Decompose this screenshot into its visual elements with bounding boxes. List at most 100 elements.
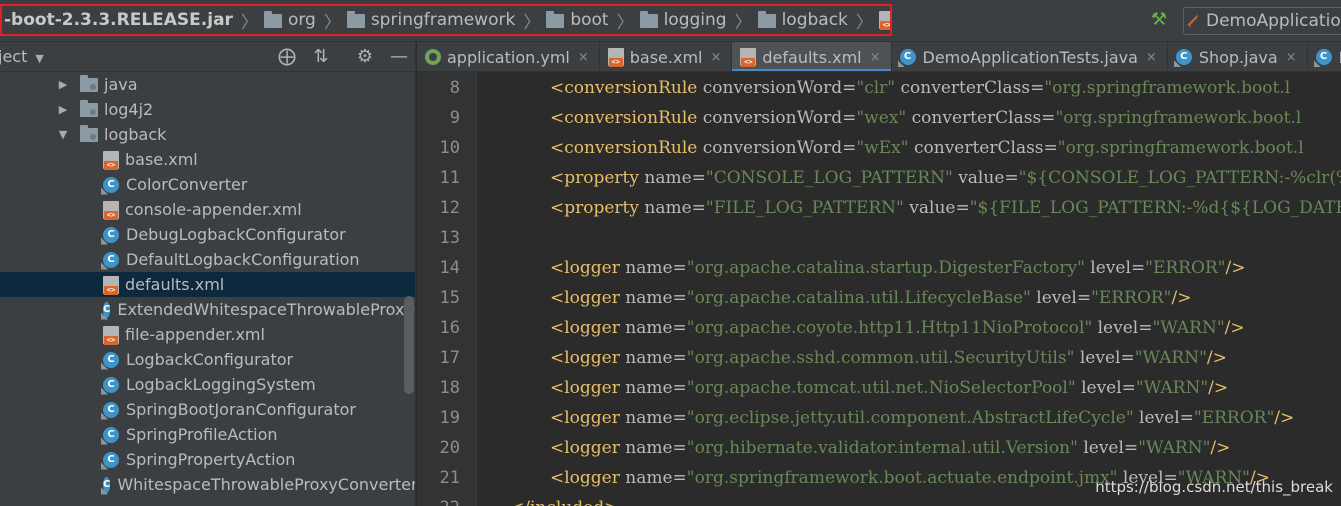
breadcrumb-item[interactable]: org [263,10,316,30]
xml-tag-token: /> [1210,438,1231,458]
line-number: 21 [439,468,460,488]
tree-item[interactable]: C SpringBootJoranConfigurator [0,397,415,422]
project-tree-scrollbar[interactable] [404,296,414,394]
breadcrumb-item[interactable]: defaults.xml [878,10,890,30]
xml-tag-token: <logger [550,348,626,368]
tree-item[interactable]: C LogbackLoggingSystem [0,372,415,397]
xml-value-token: "org.eclipse.jetty.util.component.Abstra… [686,408,1140,428]
code-line: <conversionRule conversionWord="wEx" con… [550,133,1304,163]
xml-value-token: "WARN" [1177,468,1250,488]
close-icon[interactable]: × [870,50,881,65]
breadcrumb-separator: 〉 [734,12,752,33]
tree-item[interactable]: C WhitespaceThrowableProxyConverter [0,472,415,497]
expand-arrow-down-icon[interactable]: ▼ [56,122,70,147]
editor-tab-label: Shop.java [1198,47,1278,67]
close-icon[interactable]: × [1286,50,1297,65]
tree-item[interactable]: ▶ java [0,72,415,97]
editor-tab[interactable]: base.xml × [600,42,733,71]
line-number: 20 [439,438,460,458]
package-folder-icon [80,99,98,117]
tree-item[interactable]: C SpringPropertyAction [0,447,415,472]
tree-item[interactable]: file-appender.xml [0,322,415,347]
minimize-icon[interactable]: — [388,46,410,68]
expand-arrow-right-icon[interactable]: ▶ [56,97,70,122]
xml-value-token: "${CONSOLE_LOG_PATTERN:-%clr(%d{${LO [1018,168,1341,188]
tree-item[interactable]: C DebugLogbackConfigurator [0,222,415,247]
hammer-icon[interactable]: ⚒ [1148,9,1170,31]
xml-tag-token: <property [550,198,645,218]
breadcrumb-label: logging [663,10,727,30]
close-icon[interactable]: × [710,50,721,65]
package-folder-icon [80,124,98,142]
line-number: 14 [439,258,460,278]
xml-value-token: "WARN" [1152,318,1225,338]
breadcrumb-item[interactable]: boot [546,10,609,30]
xml-value-token: "org.apache.sshd.common.util.SecurityUti… [686,348,1080,368]
editor-tab[interactable]: C DemoApplicationTests.java × [892,42,1168,71]
tree-item[interactable]: ▶ log4j2 [0,97,415,122]
xml-value-token: "org.springframework.boot.actuate.endpoi… [686,468,1123,488]
close-icon[interactable]: × [1146,50,1157,65]
tree-item-label: DebugLogbackConfigurator [126,225,346,244]
xml-value-token: "${FILE_LOG_PATTERN:-%d{${LOG_DATEFORMA [969,198,1341,218]
tree-item-label: base.xml [125,150,198,169]
close-icon[interactable]: × [578,50,589,65]
gear-icon[interactable]: ⚙ [354,46,376,68]
tree-item-label: log4j2 [104,100,154,119]
xml-tag-token: <logger [550,468,626,488]
code-editor[interactable]: https://blog.csdn.net/this_break <conver… [478,72,1341,506]
tree-item-label: LogbackLoggingSystem [126,375,316,394]
xml-tag-token: </included> [510,498,618,506]
collapse-icon[interactable]: ⇅ [310,46,332,68]
tree-item[interactable]: C ColorConverter [0,172,415,197]
xml-value-token: "WARN" [1138,438,1211,458]
xml-attribute-token: level= [1097,318,1153,338]
xml-attribute-token: level= [1090,258,1146,278]
class-icon: C [103,401,119,418]
breadcrumb-item[interactable]: logback [757,10,848,30]
run-configuration-selector[interactable]: DemoApplicationTests [1183,7,1341,35]
line-number: 8 [449,78,460,98]
tree-item[interactable]: base.xml [0,147,415,172]
breadcrumb-item[interactable]: -boot-2.3.3.RELEASE.jar [4,10,233,30]
xml-attribute-token: name= [625,348,687,368]
expand-arrow-right-icon[interactable]: ▶ [56,72,70,97]
xml-attribute-token: name= [625,378,687,398]
xml-tag-token: /> [1208,378,1229,398]
line-number: 22 [420,493,460,506]
breadcrumb-item[interactable]: logging [639,10,727,30]
class-icon: C [103,426,119,443]
project-view-selector[interactable]: ject ▼ [0,47,44,66]
editor-tab[interactable]: defaults.xml × [732,42,892,71]
breadcrumb-item[interactable]: springframework [346,10,515,30]
tree-item[interactable]: C ExtendedWhitespaceThrowableProxyC [0,297,415,322]
editor-tab-bar: application.yml×base.xml×defaults.xml×CD… [417,42,1341,72]
project-panel-title: ject [0,47,28,66]
editor-tab[interactable]: C Shop.java × [1168,42,1308,71]
tree-item[interactable]: ▼ logback [0,122,415,147]
code-line: <logger name="org.apache.catalina.util.L… [550,283,1191,313]
tree-item[interactable]: C DefaultLogbackConfiguration [0,247,415,272]
xml-attribute-token: conversionWord= [702,108,857,128]
tree-item-label: file-appender.xml [125,325,265,344]
tree-item[interactable]: C SpringProfileAction [0,422,415,447]
run-config-label: DemoApplicationTests [1206,11,1341,31]
tree-item[interactable]: C LogbackConfigurator [0,347,415,372]
code-line: </included> [510,493,618,506]
editor-tab[interactable]: application.yml × [417,42,600,71]
tree-item[interactable]: console-appender.xml [0,197,415,222]
xml-tag-token: <conversionRule [550,78,703,98]
class-icon: C [103,301,111,318]
yml-file-icon [425,49,441,65]
xml-attribute-token: value= [909,198,970,218]
class-icon: C [103,251,119,268]
editor-tab-label: defaults.xml [762,47,862,67]
editor-tab[interactable]: CDog. [1308,42,1341,71]
project-panel-header: ject ▼ ⨁ ⇅ ⚙ — [0,42,415,72]
locate-icon[interactable]: ⨁ [276,46,298,68]
folder-icon [757,11,776,28]
line-number: 13 [439,228,460,248]
tree-item[interactable]: defaults.xml [0,272,415,297]
code-line: <logger name="org.apache.catalina.startu… [550,253,1246,283]
xml-attribute-token: level= [1139,408,1194,428]
